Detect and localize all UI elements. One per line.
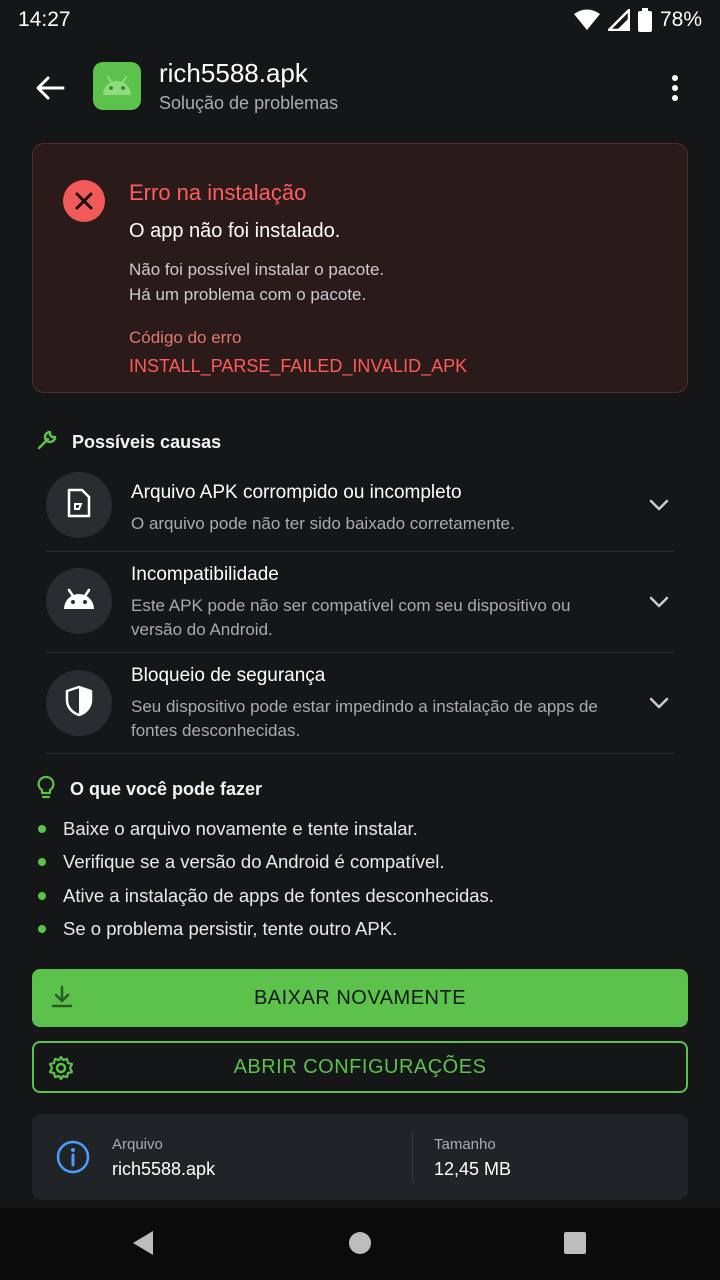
causes-heading: Possíveis causas [36,429,221,456]
size-label: Tamanho [434,1136,496,1153]
lightbulb-icon [36,775,56,804]
android-icon [62,587,96,616]
cause-title: Arquivo APK corrompido ou incompleto [131,482,462,503]
tips-list: Baixe o arquivo novamente e tente instal… [38,812,494,946]
arrow-left-icon [35,75,65,106]
tips-heading-label: O que você pode fazer [70,779,263,799]
shield-icon [65,685,93,722]
info-icon [56,1140,90,1179]
cause-item-security-block[interactable]: Bloqueio de segurança Seu dispositivo po… [46,653,674,754]
app-icon [93,62,141,110]
size-value: 12,45 MB [434,1159,512,1179]
list-item: Ative a instalação de apps de fontes des… [38,879,494,913]
download-icon [50,985,74,1015]
cause-title: Bloqueio de segurança [131,665,326,686]
android-logo-icon [99,69,135,104]
tip-text: Verifique se a versão do Android é compa… [63,851,445,873]
error-code: INSTALL_PARSE_FAILED_INVALID_APK [129,356,468,376]
cause-item-corrupted[interactable]: Arquivo APK corrompido ou incompleto O a… [46,462,674,552]
tip-text: Baixe o arquivo novamente e tente instal… [63,817,418,839]
status-bar: 14:27 78% [0,0,720,40]
battery-percent: 78% [659,8,702,31]
list-item: Se o problema persistir, tente outro APK… [38,913,494,947]
file-icon [67,488,91,523]
cause-description: Este APK pode não ser compatível com seu… [131,596,571,639]
gear-icon [48,1055,74,1087]
nav-home-button[interactable] [345,1230,375,1260]
more-vert-icon [671,74,679,107]
back-button[interactable] [30,70,70,110]
page-title: rich5588.apk [159,58,308,88]
causes-heading-label: Possíveis causas [72,432,222,452]
triangle-back-icon [131,1230,155,1261]
bullet-dot [38,891,46,900]
error-card: Erro na instalação O app não foi instala… [32,143,688,393]
bullet-dot [38,824,46,833]
chevron-down-icon[interactable] [646,492,672,518]
bullet-dot [38,858,46,867]
cause-description: Seu dispositivo pode estar impedindo a i… [131,697,598,740]
status-time: 14:27 [18,8,71,31]
nav-recents-button[interactable] [560,1230,590,1260]
error-code-label: Código do erro [129,328,242,347]
open-settings-label: ABRIR CONFIGURAÇÕES [233,1055,487,1078]
error-close-icon [63,180,105,222]
status-icons: 78% [573,8,702,32]
circle-home-icon [348,1231,372,1260]
cause-icon-wrap [46,472,112,538]
error-description: Não foi possível instalar o pacote. Há u… [129,257,384,307]
list-item: Verifique se a versão do Android é compa… [38,846,494,880]
cause-icon-wrap [46,670,112,736]
bullet-dot [38,925,46,934]
file-value: rich5588.apk [112,1159,216,1179]
error-title: Erro na instalação [129,180,307,205]
list-item: Baixe o arquivo novamente e tente instal… [38,812,494,846]
error-desc-line: Há um problema com o pacote. [129,285,367,304]
battery-icon [637,8,652,32]
cause-item-incompatibility[interactable]: Incompatibilidade Este APK pode não ser … [46,552,674,653]
signal-icon [607,9,630,31]
download-again-button[interactable]: BAIXAR NOVAMENTE [32,969,688,1027]
nav-back-button[interactable] [128,1230,158,1260]
cause-description: O arquivo pode não ter sido baixado corr… [131,514,515,533]
app-bar: rich5588.apk Solução de problemas [0,52,720,124]
divider [412,1132,413,1182]
square-recents-icon [563,1231,587,1260]
file-label: Arquivo [112,1136,163,1153]
tip-text: Ative a instalação de apps de fontes des… [63,884,494,906]
error-desc-line: Não foi possível instalar o pacote. [129,260,385,279]
tip-text: Se o problema persistir, tente outro APK… [63,918,398,940]
wifi-icon [573,9,600,31]
chevron-down-icon[interactable] [646,589,672,615]
download-again-label: BAIXAR NOVAMENTE [253,986,467,1009]
wrench-icon [36,429,58,456]
more-options-button[interactable] [655,70,695,110]
cause-title: Incompatibilidade [131,564,279,585]
chevron-down-icon[interactable] [646,690,672,716]
cause-icon-wrap [46,568,112,634]
tips-heading: O que você pode fazer [36,775,262,804]
error-headline: O app não foi instalado. [129,220,341,242]
open-settings-button[interactable]: ABRIR CONFIGURAÇÕES [32,1041,688,1093]
page-subtitle: Solução de problemas [159,93,339,113]
system-nav-bar [0,1208,720,1280]
file-info-card: Arquivo rich5588.apk Tamanho 12,45 MB [32,1114,688,1200]
